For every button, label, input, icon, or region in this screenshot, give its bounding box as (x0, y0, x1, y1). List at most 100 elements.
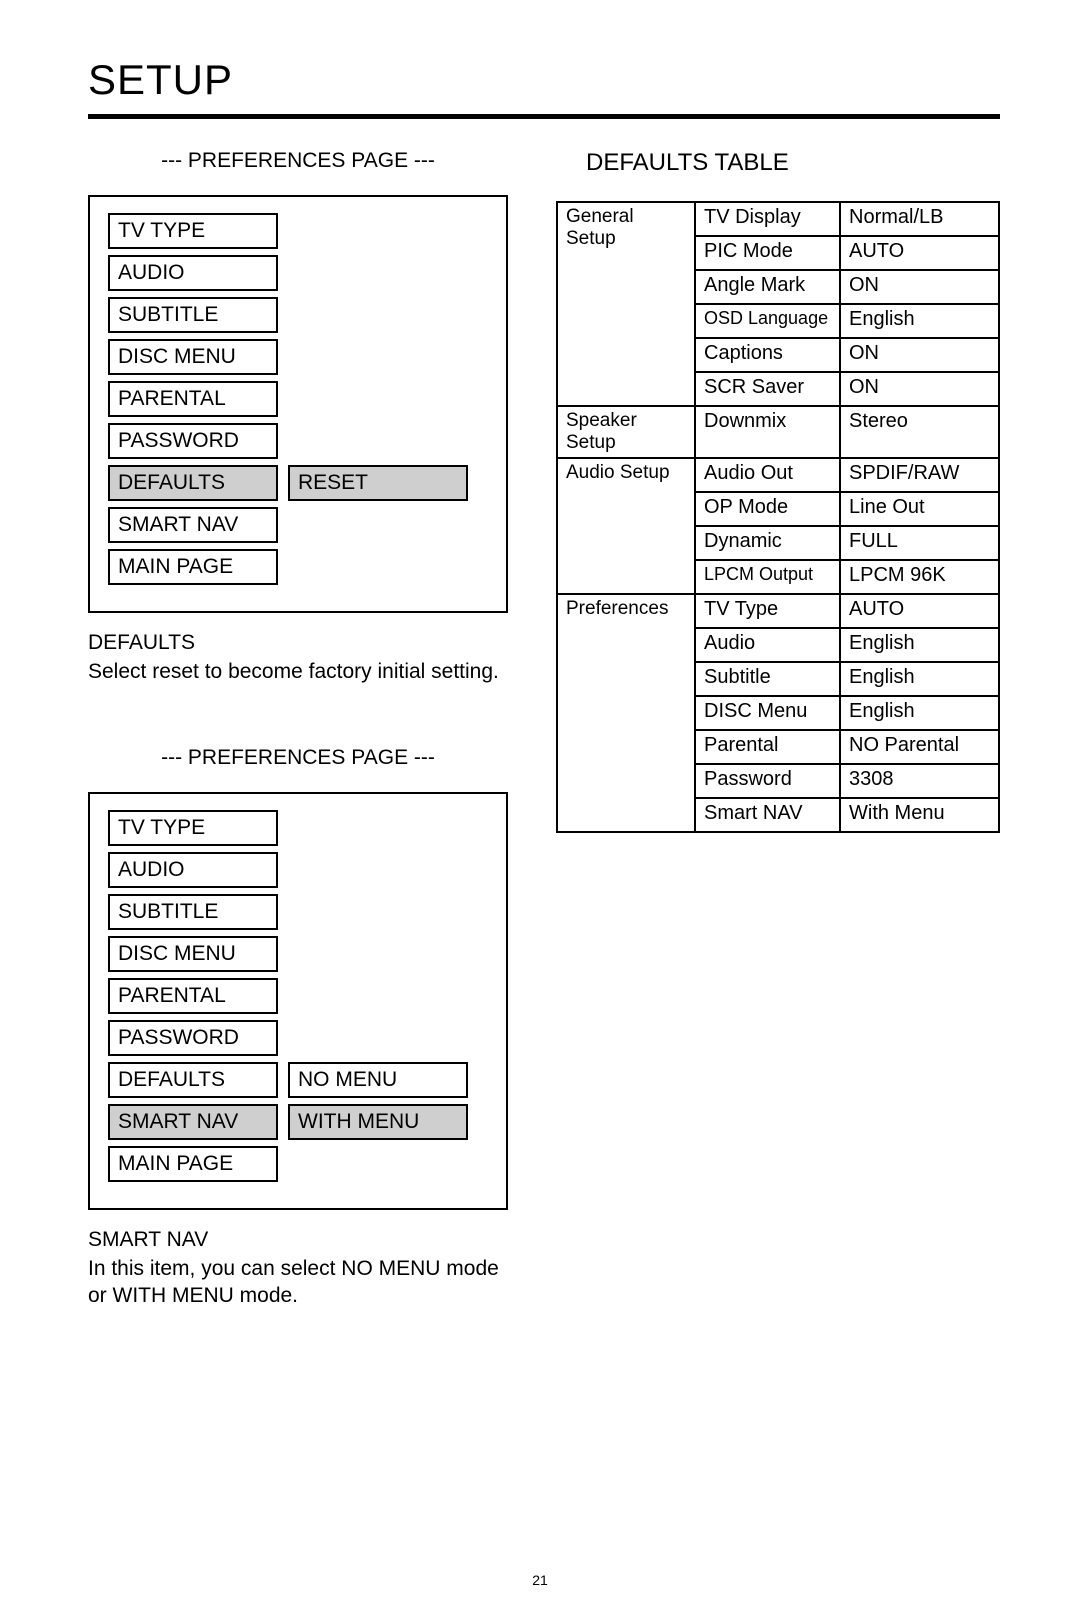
menu-row: SUBTITLE (108, 894, 488, 930)
menu-row: DEFAULTS RESET (108, 465, 488, 501)
menu-item: TV TYPE (108, 213, 278, 249)
page-number: 21 (0, 1572, 1080, 1588)
menu-row: PARENTAL (108, 381, 488, 417)
defaults-table-title: DEFAULTS TABLE (586, 149, 1000, 177)
category-cell: Audio Setup (557, 458, 695, 594)
value-cell: AUTO (840, 236, 999, 270)
menu-row: PASSWORD (108, 1020, 488, 1056)
menu-row: SMART NAV WITH MENU (108, 1104, 488, 1140)
value-cell: English (840, 628, 999, 662)
menu-row: MAIN PAGE (108, 549, 488, 585)
caption-body-2: In this item, you can select NO MENU mod… (88, 1255, 508, 1310)
menu-row: DEFAULTS NO MENU (108, 1062, 488, 1098)
menu-item: PASSWORD (108, 1020, 278, 1056)
menu-sub-item: RESET (288, 465, 468, 501)
setting-cell: DISC Menu (695, 696, 840, 730)
menu-row: AUDIO (108, 255, 488, 291)
value-cell: English (840, 696, 999, 730)
menu-row: DISC MENU (108, 936, 488, 972)
menu-item: MAIN PAGE (108, 1146, 278, 1182)
table-row: PreferencesTV TypeAUTO (557, 594, 999, 628)
setting-cell: Audio Out (695, 458, 840, 492)
menu-item: DISC MENU (108, 936, 278, 972)
setting-cell: Smart NAV (695, 798, 840, 832)
menu-item: SUBTITLE (108, 297, 278, 333)
menu-item: AUDIO (108, 852, 278, 888)
value-cell: NO Parental (840, 730, 999, 764)
setting-cell: TV Type (695, 594, 840, 628)
defaults-table: General SetupTV DisplayNormal/LBPIC Mode… (556, 201, 1000, 833)
menu-item: AUDIO (108, 255, 278, 291)
left-column: --- PREFERENCES PAGE --- TV TYPE AUDIO SUB… (88, 149, 508, 1369)
menu-item: DEFAULTS (108, 465, 278, 501)
setting-cell: SCR Saver (695, 372, 840, 406)
value-cell: ON (840, 338, 999, 372)
menu-item: TV TYPE (108, 810, 278, 846)
page-title: SETUP (88, 56, 1000, 104)
preferences-box-2: TV TYPE AUDIO SUBTITLE DISC MENU PARENTAL PAS… (88, 792, 508, 1210)
value-cell: SPDIF/RAW (840, 458, 999, 492)
category-cell: Speaker Setup (557, 406, 695, 458)
setting-cell: Angle Mark (695, 270, 840, 304)
horizontal-rule (88, 114, 1000, 119)
value-cell: ON (840, 270, 999, 304)
value-cell: FULL (840, 526, 999, 560)
value-cell: Stereo (840, 406, 999, 458)
value-cell: With Menu (840, 798, 999, 832)
table-row: Audio SetupAudio OutSPDIF/RAW (557, 458, 999, 492)
category-cell: General Setup (557, 202, 695, 406)
preferences-heading-1: --- PREFERENCES PAGE --- (88, 149, 508, 173)
setting-cell: Password (695, 764, 840, 798)
table-row: Speaker SetupDownmixStereo (557, 406, 999, 458)
menu-row: AUDIO (108, 852, 488, 888)
menu-sub-item: NO MENU (288, 1062, 468, 1098)
menu-item: SMART NAV (108, 507, 278, 543)
value-cell: LPCM 96K (840, 560, 999, 594)
setting-cell: TV Display (695, 202, 840, 236)
right-column: DEFAULTS TABLE General SetupTV DisplayNo… (556, 149, 1000, 1369)
preferences-box-1: TV TYPE AUDIO SUBTITLE DISC MENU PARENTAL PAS… (88, 195, 508, 613)
setting-cell: Audio (695, 628, 840, 662)
value-cell: Line Out (840, 492, 999, 526)
menu-row: SUBTITLE (108, 297, 488, 333)
category-cell: Preferences (557, 594, 695, 832)
caption-body-1: Select reset to become factory initial s… (88, 658, 508, 685)
menu-row: TV TYPE (108, 213, 488, 249)
setting-cell: OP Mode (695, 492, 840, 526)
menu-item: SMART NAV (108, 1104, 278, 1140)
menu-row: TV TYPE (108, 810, 488, 846)
setting-cell: LPCM Output (695, 560, 840, 594)
caption-head-2: SMART NAV (88, 1226, 508, 1253)
value-cell: Normal/LB (840, 202, 999, 236)
value-cell: AUTO (840, 594, 999, 628)
value-cell: ON (840, 372, 999, 406)
table-row: General SetupTV DisplayNormal/LB (557, 202, 999, 236)
menu-row: SMART NAV (108, 507, 488, 543)
setting-cell: Downmix (695, 406, 840, 458)
defaults-caption: DEFAULTS Select reset to become factory … (88, 629, 508, 686)
menu-item: PARENTAL (108, 978, 278, 1014)
value-cell: English (840, 662, 999, 696)
menu-sub-item: WITH MENU (288, 1104, 468, 1140)
menu-item: SUBTITLE (108, 894, 278, 930)
smartnav-caption: SMART NAV In this item, you can select N… (88, 1226, 508, 1310)
menu-row: DISC MENU (108, 339, 488, 375)
menu-row: MAIN PAGE (108, 1146, 488, 1182)
preferences-heading-2: --- PREFERENCES PAGE --- (88, 746, 508, 770)
menu-row: PARENTAL (108, 978, 488, 1014)
menu-row: PASSWORD (108, 423, 488, 459)
setting-cell: PIC Mode (695, 236, 840, 270)
menu-item: DISC MENU (108, 339, 278, 375)
setting-cell: Subtitle (695, 662, 840, 696)
menu-item: DEFAULTS (108, 1062, 278, 1098)
caption-head-1: DEFAULTS (88, 629, 508, 656)
menu-item: MAIN PAGE (108, 549, 278, 585)
menu-item: PASSWORD (108, 423, 278, 459)
menu-item: PARENTAL (108, 381, 278, 417)
setting-cell: Captions (695, 338, 840, 372)
setting-cell: Parental (695, 730, 840, 764)
value-cell: 3308 (840, 764, 999, 798)
setting-cell: OSD Language (695, 304, 840, 338)
setting-cell: Dynamic (695, 526, 840, 560)
value-cell: English (840, 304, 999, 338)
